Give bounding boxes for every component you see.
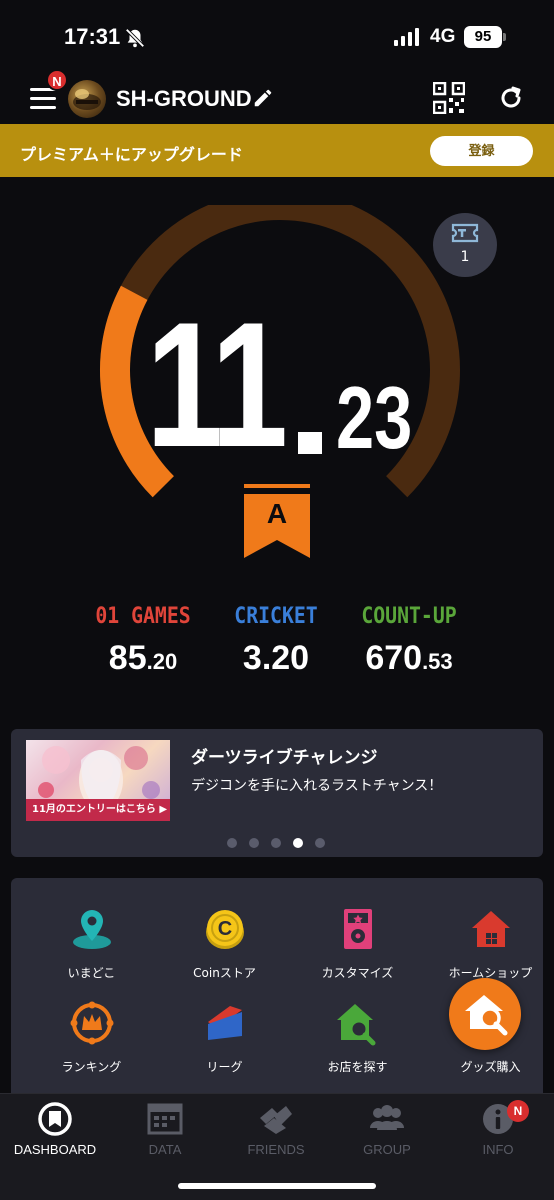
home-shop-icon [471,911,510,947]
tab-label: GROUP [363,1142,411,1157]
rating-decimal: 23 [336,368,413,467]
tab-group[interactable]: GROUP [332,1102,442,1157]
menu-item-imadoko[interactable]: いまどこ [25,906,158,1006]
customize-icon [343,909,372,949]
status-time: 17:31 [64,24,121,49]
carousel-dot[interactable] [293,838,303,848]
stat-value-main: 85 [108,639,147,677]
map-pin-icon [72,910,111,949]
news-thumbnail[interactable]: 11月のエントリーはこちら ▶ [26,740,170,821]
news-title: ダーツライブチャレンジ [191,748,378,768]
menu-item-label: リーグ [206,1060,243,1074]
menu-item-label: Coinストア [193,966,256,980]
carousel-dot[interactable] [315,838,325,848]
menu-item-label: いまどこ [67,966,116,980]
stat-label: 01 GAMES [95,604,191,629]
ticket-button[interactable]: 1 [433,213,497,277]
news-description: デジコンを手に入れるラストチャンス！ [191,778,443,794]
rating-integer: 11 [146,285,288,484]
refresh-icon[interactable] [497,84,525,112]
stat-value-main: 3.20 [242,639,310,677]
dashboard-icon [38,1102,72,1136]
battery-nub [503,33,506,41]
menu-item-label: カスタマイズ [321,966,394,980]
avatar-image [73,89,101,110]
svg-text:C: C [217,918,231,940]
menu-item-coin-store[interactable]: C Coinストア [158,906,291,1006]
menu-notification-badge: N [46,69,68,91]
stat-label: CRICKET [234,604,318,629]
register-button[interactable]: 登録 [430,136,533,166]
news-thumbnail-label: 11月のエントリーはこちら ▶ [26,799,170,821]
pencil-icon[interactable] [252,87,274,109]
tab-label: DASHBOARD [13,1142,97,1157]
stat-value-sub: .53 [422,649,453,674]
carousel-pagination [227,833,337,848]
menu-line [30,97,56,100]
tab-info[interactable]: INFO N [443,1100,553,1157]
status-bar: 17:31 4G 95 [0,0,554,74]
menu-item-label: お店を探す [327,1060,388,1074]
premium-upgrade-banner[interactable]: プレミアム＋にアップグレード 登録 [0,124,554,177]
coin-icon: C [205,910,244,949]
group-icon [370,1105,404,1130]
stat-value: 85.20 [68,639,218,678]
home-search-fab[interactable] [449,978,521,1050]
stat-label: COUNT-UP [361,604,457,629]
menu-button[interactable] [30,88,56,110]
menu-item-customize[interactable]: カスタマイズ [291,906,424,1006]
tab-label: INFO [482,1142,514,1157]
tab-label: DATA [148,1142,182,1157]
carousel-dot[interactable] [249,838,259,848]
stat-count-up[interactable]: COUNT-UP 670.53 [334,604,484,678]
data-icon [147,1103,183,1135]
app-header: N SH-GROUND [0,69,554,124]
stat-value: 3.20 [201,639,351,678]
menu-line [30,106,56,109]
tab-dashboard[interactable]: DASHBOARD [0,1102,110,1157]
carousel-dot[interactable] [271,838,281,848]
tab-label: FRIENDS [247,1142,305,1157]
premium-text: プレミアム＋にアップグレード [20,145,243,164]
menu-item-find-shop[interactable]: お店を探す [291,1000,424,1100]
signal-icon [394,28,419,46]
avatar[interactable] [68,80,106,118]
home-indicator [178,1183,376,1189]
username[interactable]: SH-GROUND [116,86,252,112]
tab-friends[interactable]: FRIENDS [221,1102,331,1157]
stat-cricket[interactable]: CRICKET 3.20 [201,604,351,678]
friends-icon [260,1106,292,1134]
menu-item-label: ランキング [61,1060,122,1074]
stat-value-main: 670 [365,639,423,677]
menu-item-league[interactable]: リーグ [158,1000,291,1100]
tab-data[interactable]: DATA [110,1102,220,1157]
menu-item-label: グッズ購入 [460,1060,521,1074]
battery-indicator: 95 [464,26,502,48]
stat-value-sub: .20 [146,649,178,674]
ticket-icon [451,223,479,243]
carousel-dot[interactable] [227,838,237,848]
shop-search-icon [336,1004,375,1046]
home-search-icon [465,995,508,1036]
ranking-icon [70,1001,113,1045]
stat-value: 670.53 [334,639,484,678]
stat-01-games[interactable]: 01 GAMES 85.20 [68,604,218,678]
league-icon [207,1006,242,1040]
muted-bell-icon [125,28,145,48]
news-carousel[interactable]: 11月のエントリーはこちら ▶ ダーツライブチャレンジ デジコンを手に入れるラス… [11,729,543,857]
rank-letter: A [266,498,288,529]
network-type: 4G [430,26,456,47]
menu-item-ranking[interactable]: ランキング [25,1000,158,1100]
rating-decimal-point [298,432,322,454]
qr-code-icon[interactable] [433,82,465,114]
ticket-count: 1 [460,249,470,265]
info-notification-badge: N [507,1100,529,1122]
